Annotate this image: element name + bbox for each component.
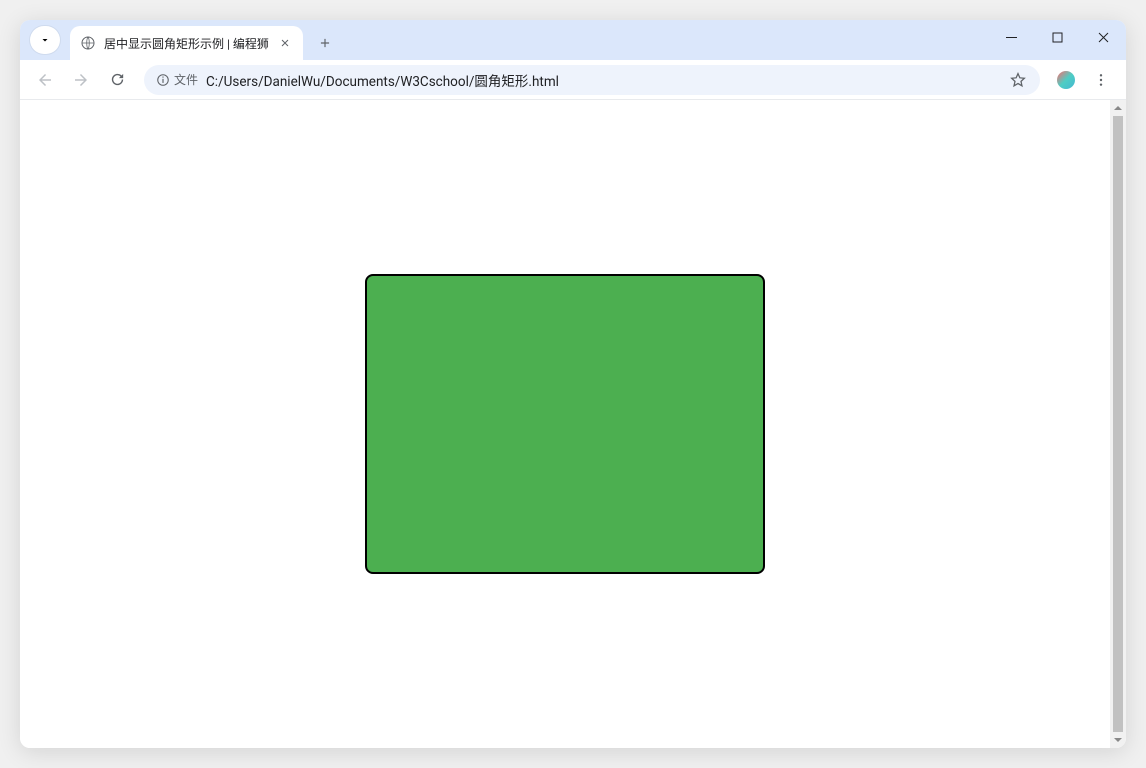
extension-avatar-icon [1057, 71, 1075, 89]
browser-tab[interactable]: 居中显示圆角矩形示例 | 编程狮 [70, 26, 303, 60]
address-bar[interactable]: 文件 C:/Users/DanielWu/Documents/W3Cschool… [144, 65, 1040, 95]
maximize-button[interactable] [1034, 20, 1080, 54]
browser-window: 居中显示圆角矩形示例 | 编程狮 [20, 20, 1126, 748]
tab-strip: 居中显示圆角矩形示例 | 编程狮 [20, 20, 1126, 60]
rounded-rectangle [365, 274, 765, 574]
forward-button[interactable] [66, 65, 96, 95]
reload-button[interactable] [102, 65, 132, 95]
bookmark-button[interactable] [1008, 70, 1028, 90]
close-icon [1098, 32, 1109, 43]
new-tab-button[interactable] [311, 29, 339, 57]
page-body [20, 100, 1110, 748]
extension-button[interactable] [1052, 66, 1080, 94]
minimize-button[interactable] [988, 20, 1034, 54]
scroll-up-arrow-icon [1110, 100, 1126, 116]
scroll-down-arrow-icon [1110, 732, 1126, 748]
minimize-icon [1006, 32, 1017, 43]
star-icon [1009, 71, 1027, 89]
file-origin-label: 文件 [174, 71, 198, 88]
window-controls [988, 20, 1126, 60]
tab-title: 居中显示圆角矩形示例 | 编程狮 [104, 35, 269, 52]
scrollbar-thumb[interactable] [1113, 116, 1123, 732]
close-icon [279, 37, 291, 49]
page-viewport [20, 100, 1126, 748]
toolbar: 文件 C:/Users/DanielWu/Documents/W3Cschool… [20, 60, 1126, 100]
arrow-right-icon [72, 71, 90, 89]
plus-icon [318, 36, 332, 50]
chevron-down-icon [39, 34, 51, 46]
tab-search-button[interactable] [30, 26, 60, 54]
maximize-icon [1052, 32, 1063, 43]
info-icon [156, 73, 170, 87]
file-origin-chip[interactable]: 文件 [156, 71, 198, 88]
tab-close-button[interactable] [277, 35, 293, 51]
back-button[interactable] [30, 65, 60, 95]
reload-icon [109, 71, 126, 88]
globe-icon [80, 35, 96, 51]
arrow-left-icon [36, 71, 54, 89]
window-close-button[interactable] [1080, 20, 1126, 54]
more-vert-icon [1093, 72, 1109, 88]
url-text: C:/Users/DanielWu/Documents/W3Cschool/圆角… [206, 70, 1000, 90]
vertical-scrollbar[interactable] [1110, 100, 1126, 748]
chrome-menu-button[interactable] [1086, 65, 1116, 95]
